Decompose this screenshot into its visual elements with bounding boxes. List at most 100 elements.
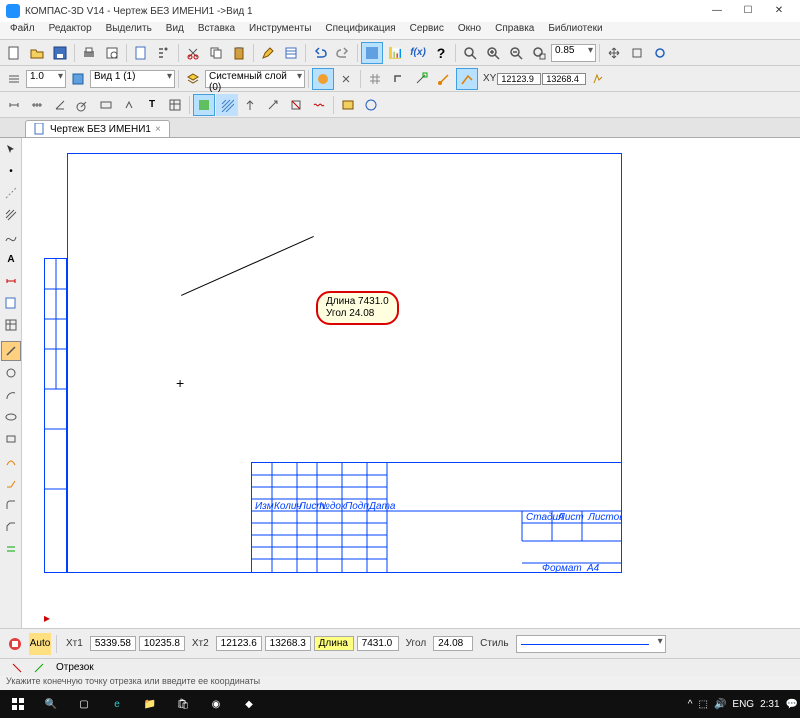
text-button[interactable]: T <box>141 94 163 116</box>
table-button[interactable] <box>164 94 186 116</box>
hatch-tool[interactable] <box>1 205 21 225</box>
menu-window[interactable]: Окно <box>452 22 487 39</box>
fx-button[interactable]: f(x) <box>407 42 429 64</box>
tray-up-icon[interactable]: ^ <box>688 699 693 710</box>
coord-x-field[interactable] <box>497 73 541 85</box>
circle-tool[interactable] <box>1 363 21 383</box>
view-dropdown[interactable]: Вид 1 (1) <box>90 70 175 88</box>
lineweight-dropdown[interactable]: 1.0 <box>26 70 66 88</box>
point-tool[interactable]: • <box>1 161 21 181</box>
x2-field[interactable] <box>216 636 262 651</box>
zoom-out-button[interactable] <box>505 42 527 64</box>
help-button[interactable]: ? <box>430 42 452 64</box>
explorer-icon[interactable]: 📁 <box>134 691 166 717</box>
y1-field[interactable] <box>139 636 185 651</box>
pan-button[interactable] <box>603 42 625 64</box>
vars-button[interactable]: 📊 <box>384 42 406 64</box>
rotate-button[interactable] <box>626 42 648 64</box>
redo-button[interactable] <box>332 42 354 64</box>
maximize-button[interactable]: ☐ <box>733 2 763 20</box>
cont-tool[interactable] <box>1 473 21 493</box>
tree-button[interactable] <box>153 42 175 64</box>
dim-radius-icon[interactable] <box>72 94 94 116</box>
table-tool[interactable] <box>1 315 21 335</box>
zoom-window-button[interactable] <box>528 42 550 64</box>
preview-button[interactable] <box>101 42 123 64</box>
dim-angle-icon[interactable] <box>49 94 71 116</box>
clock[interactable]: 2:31 <box>760 699 779 710</box>
edge-icon[interactable]: e <box>101 691 133 717</box>
minimize-button[interactable]: — <box>702 2 732 20</box>
menu-libs[interactable]: Библиотеки <box>542 22 608 39</box>
chamfer-tool[interactable] <box>1 517 21 537</box>
store-icon[interactable]: 🛍 <box>167 691 199 717</box>
ortho-button[interactable] <box>387 68 409 90</box>
snap-button[interactable] <box>335 68 357 90</box>
view-icon[interactable] <box>67 68 89 90</box>
x1-field[interactable] <box>90 636 136 651</box>
coord-y-field[interactable] <box>542 73 586 85</box>
undo-button[interactable] <box>309 42 331 64</box>
spline-tool[interactable] <box>1 227 21 247</box>
start-button[interactable] <box>2 691 34 717</box>
style-dropdown[interactable] <box>516 635 666 653</box>
detail1-button[interactable] <box>337 94 359 116</box>
rough-button[interactable] <box>118 94 140 116</box>
copy-button[interactable] <box>205 42 227 64</box>
fillet-tool[interactable] <box>1 495 21 515</box>
menu-file[interactable]: Файл <box>4 22 41 39</box>
menu-select[interactable]: Выделить <box>100 22 158 39</box>
tab-drawing[interactable]: Чертеж БЕЗ ИМЕНИ1 × <box>25 120 170 137</box>
detail2-button[interactable] <box>360 94 382 116</box>
props-button[interactable] <box>280 42 302 64</box>
menu-view[interactable]: Вид <box>160 22 190 39</box>
dim-linear-icon[interactable] <box>3 94 25 116</box>
pick-button[interactable] <box>587 68 609 90</box>
menu-service[interactable]: Сервис <box>404 22 450 39</box>
layer-dropdown[interactable]: Системный слой (0) <box>205 70 305 88</box>
app-taskbar-icon[interactable]: ◆ <box>233 691 265 717</box>
menu-tools[interactable]: Инструменты <box>243 22 317 39</box>
text-tool[interactable]: A <box>1 249 21 269</box>
zoom-in-button[interactable] <box>482 42 504 64</box>
ellipse-tool[interactable] <box>1 407 21 427</box>
menu-help[interactable]: Справка <box>489 22 540 39</box>
sheet-tool[interactable] <box>1 293 21 313</box>
menu-edit[interactable]: Редактор <box>43 22 98 39</box>
lineweight-icon[interactable] <box>3 68 25 90</box>
hatch2-button[interactable] <box>216 94 238 116</box>
chrome-icon[interactable]: ◉ <box>200 691 232 717</box>
hatch1-button[interactable] <box>193 94 215 116</box>
arrow1-icon[interactable] <box>239 94 261 116</box>
aux-tool[interactable] <box>1 183 21 203</box>
zoom-level-dropdown[interactable]: 0.85 <box>551 44 596 62</box>
edit-icon[interactable] <box>257 42 279 64</box>
print-button[interactable] <box>78 42 100 64</box>
notif-icon[interactable]: 💬 <box>786 699 798 710</box>
tab-close-button[interactable]: × <box>155 124 161 135</box>
volume-icon[interactable]: 🔊 <box>714 699 726 710</box>
zoom-fit-button[interactable] <box>459 42 481 64</box>
bezier-tool[interactable] <box>1 451 21 471</box>
arrow2-icon[interactable] <box>262 94 284 116</box>
section-button[interactable] <box>285 94 307 116</box>
search-icon[interactable]: 🔍 <box>35 691 67 717</box>
memo-button[interactable] <box>433 68 455 90</box>
doc-icon[interactable] <box>130 42 152 64</box>
canvas[interactable]: + Длина 7431.0 Угол 24.08 <box>22 138 800 628</box>
break-button[interactable] <box>308 94 330 116</box>
snap-end-button[interactable] <box>410 68 432 90</box>
tol-button[interactable] <box>95 94 117 116</box>
layers-icon[interactable] <box>182 68 204 90</box>
save-button[interactable] <box>49 42 71 64</box>
menu-insert[interactable]: Вставка <box>192 22 241 39</box>
open-button[interactable] <box>26 42 48 64</box>
new-button[interactable] <box>3 42 25 64</box>
snap-active-button[interactable] <box>312 68 334 90</box>
menu-spec[interactable]: Спецификация <box>319 22 401 39</box>
stop-button[interactable] <box>4 633 26 655</box>
network-icon[interactable]: ⬚ <box>699 699 708 710</box>
y2-field[interactable] <box>265 636 311 651</box>
dim-tool[interactable] <box>1 271 21 291</box>
auto-button[interactable] <box>456 68 478 90</box>
